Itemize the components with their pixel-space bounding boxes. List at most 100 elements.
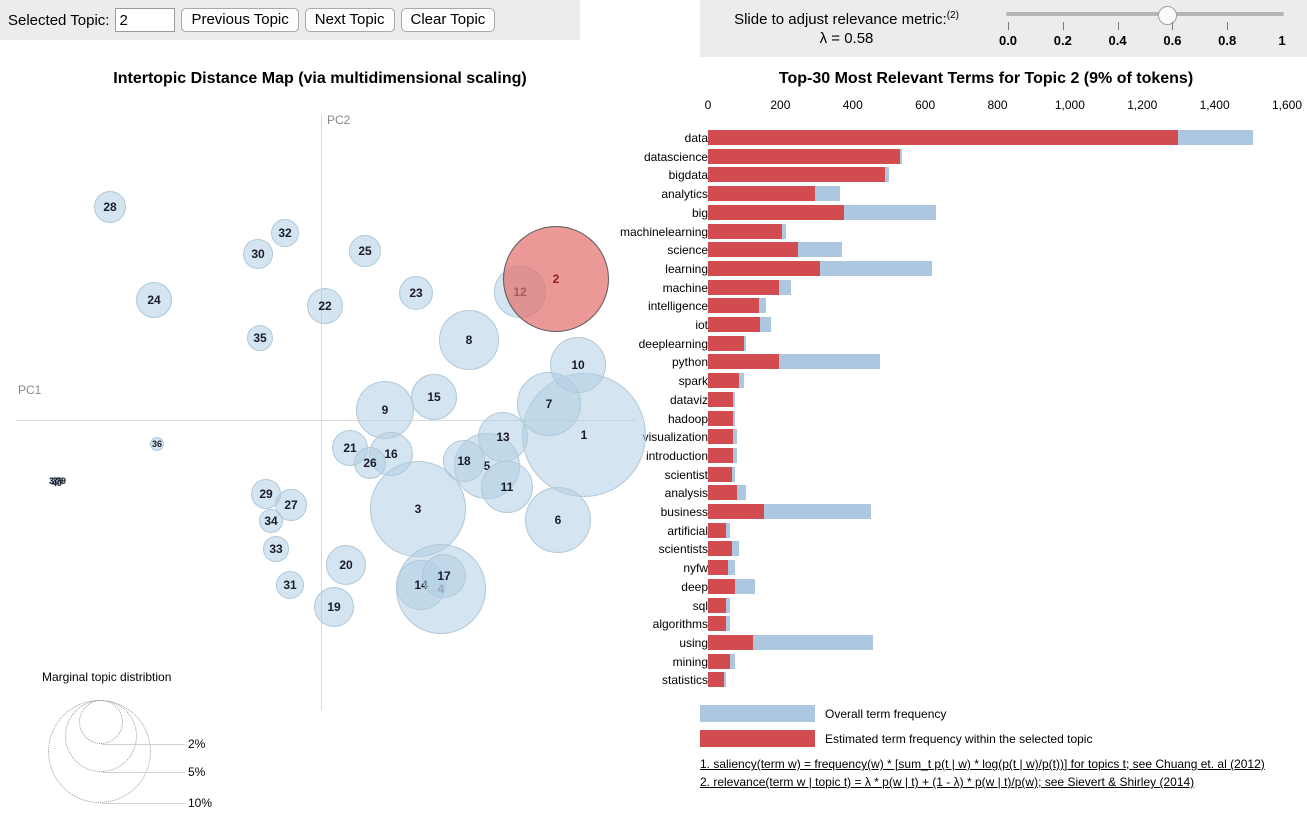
term-label-deep[interactable]: deep [620,580,708,594]
topic-bubble-36[interactable]: 36 [150,437,164,451]
term-row[interactable]: artificial [620,522,1307,541]
term-row[interactable]: intelligence [620,297,1307,316]
term-label-mining[interactable]: mining [620,655,708,669]
bar-topic-scientist [708,466,732,482]
topic-bubble-32[interactable]: 32 [271,219,299,247]
topic-bubble-13[interactable]: 13 [478,412,528,462]
term-row[interactable]: dataviz [620,391,1307,410]
term-label-analysis[interactable]: analysis [620,486,708,500]
term-row[interactable]: deep [620,578,1307,597]
topic-bubble-19[interactable]: 19 [314,587,354,627]
topic-bubble-35[interactable]: 35 [247,325,273,351]
term-label-learning[interactable]: learning [620,262,708,276]
term-row[interactable]: datascience [620,148,1307,167]
topic-bubble-29[interactable]: 29 [251,479,281,509]
intertopic-distance-map[interactable]: PC1 PC2 12345678910111213141516171819202… [0,95,646,710]
term-row[interactable]: scientist [620,466,1307,485]
topic-bubble-33[interactable]: 33 [263,536,289,562]
topic-bubble-25[interactable]: 25 [349,235,381,267]
term-label-spark[interactable]: spark [620,374,708,388]
term-label-analytics[interactable]: analytics [620,187,708,201]
topic-bubble-11[interactable]: 11 [481,461,533,513]
next-topic-button[interactable]: Next Topic [304,8,395,32]
term-label-python[interactable]: python [620,355,708,369]
term-row[interactable]: analytics [620,185,1307,204]
topic-bubble-8[interactable]: 8 [439,310,499,370]
term-label-big[interactable]: big [620,206,708,220]
term-row[interactable]: machine [620,279,1307,298]
term-row[interactable]: learning [620,260,1307,279]
term-row[interactable]: business [620,503,1307,522]
term-row[interactable]: scientists [620,540,1307,559]
term-label-iot[interactable]: iot [620,318,708,332]
term-label-scientists[interactable]: scientists [620,542,708,556]
topic-bubble-26[interactable]: 26 [354,447,386,479]
term-label-artificial[interactable]: artificial [620,524,708,538]
bar-topic-sql [708,597,727,613]
selected-topic-input[interactable] [115,8,176,32]
term-row[interactable]: bigdata [620,166,1307,185]
lambda-slider[interactable]: 0.0 0.2 0.4 0.6 0.8 1 [997,6,1293,52]
topic-bubble-15[interactable]: 15 [411,374,457,420]
topic-bubble-34[interactable]: 34 [259,509,283,533]
slider-track[interactable] [1006,12,1284,16]
term-label-statistics[interactable]: statistics [620,673,708,687]
topic-bubble-23[interactable]: 23 [399,276,433,310]
slider-handle[interactable] [1157,6,1177,25]
pc1-axis-label: PC1 [18,383,42,397]
bar-topic-business [708,504,765,519]
topic-bubble-22[interactable]: 22 [307,288,343,324]
term-row[interactable]: iot [620,316,1307,335]
term-row[interactable]: hadoop [620,410,1307,429]
term-row[interactable]: using [620,634,1307,653]
topic-bubble-40[interactable]: 40 [52,478,62,488]
footnote-saliency[interactable]: 1. saliency(term w) = frequency(w) * [su… [700,757,1265,771]
topic-bubble-30[interactable]: 30 [243,239,273,269]
term-label-data[interactable]: data [620,131,708,145]
term-label-bigdata[interactable]: bigdata [620,168,708,182]
bar-topic-big [708,204,844,220]
term-row[interactable]: sql [620,597,1307,616]
term-row[interactable]: algorithms [620,615,1307,634]
topic-bubble-31[interactable]: 31 [276,571,304,599]
term-row[interactable]: machinelearning [620,223,1307,242]
term-row[interactable]: nyfw [620,559,1307,578]
term-label-machinelearning[interactable]: machinelearning [620,225,708,239]
clear-topic-button[interactable]: Clear Topic [400,8,496,32]
topic-bubble-2[interactable]: 2 [503,226,609,332]
relevant-terms-barchart[interactable]: 0 200 400 600 800 1,000 1,200 1,400 1,600 data da… [620,95,1307,695]
topic-bubble-18[interactable]: 18 [443,440,485,482]
term-row[interactable]: data [620,129,1307,148]
term-label-datascience[interactable]: datascience [620,150,708,164]
term-row[interactable]: python [620,353,1307,372]
topic-bubble-24[interactable]: 24 [136,282,172,318]
term-row[interactable]: statistics [620,671,1307,690]
footnote-relevance[interactable]: 2. relevance(term w | topic t) = λ * p(w… [700,775,1194,789]
topic-bubble-6[interactable]: 6 [525,487,591,553]
topic-bubble-17[interactable]: 17 [422,554,466,598]
term-label-science[interactable]: science [620,243,708,257]
term-label-machine[interactable]: machine [620,281,708,295]
term-row[interactable]: visualization [620,428,1307,447]
term-row[interactable]: introduction [620,447,1307,466]
topic-bubble-10[interactable]: 10 [550,337,606,393]
term-label-intelligence[interactable]: intelligence [620,299,708,313]
term-row[interactable]: analysis [620,484,1307,503]
term-label-using[interactable]: using [620,636,708,650]
term-label-nyfw[interactable]: nyfw [620,561,708,575]
topic-bubble-label: 32 [278,226,292,240]
topic-bubble-9[interactable]: 9 [356,381,414,439]
term-label-sql[interactable]: sql [620,599,708,613]
topic-bubble-20[interactable]: 20 [326,545,366,585]
term-row[interactable]: spark [620,372,1307,391]
term-row[interactable]: deeplearning [620,335,1307,354]
slider-instruction-text: Slide to adjust relevance metric: [734,11,947,28]
previous-topic-button[interactable]: Previous Topic [181,8,299,32]
term-row[interactable]: mining [620,653,1307,672]
topic-bubble-28[interactable]: 28 [94,191,126,223]
term-label-business[interactable]: business [620,505,708,519]
term-label-algorithms[interactable]: algorithms [620,617,708,631]
term-row[interactable]: big [620,204,1307,223]
term-label-deeplearning[interactable]: deeplearning [620,337,708,351]
term-row[interactable]: science [620,241,1307,260]
